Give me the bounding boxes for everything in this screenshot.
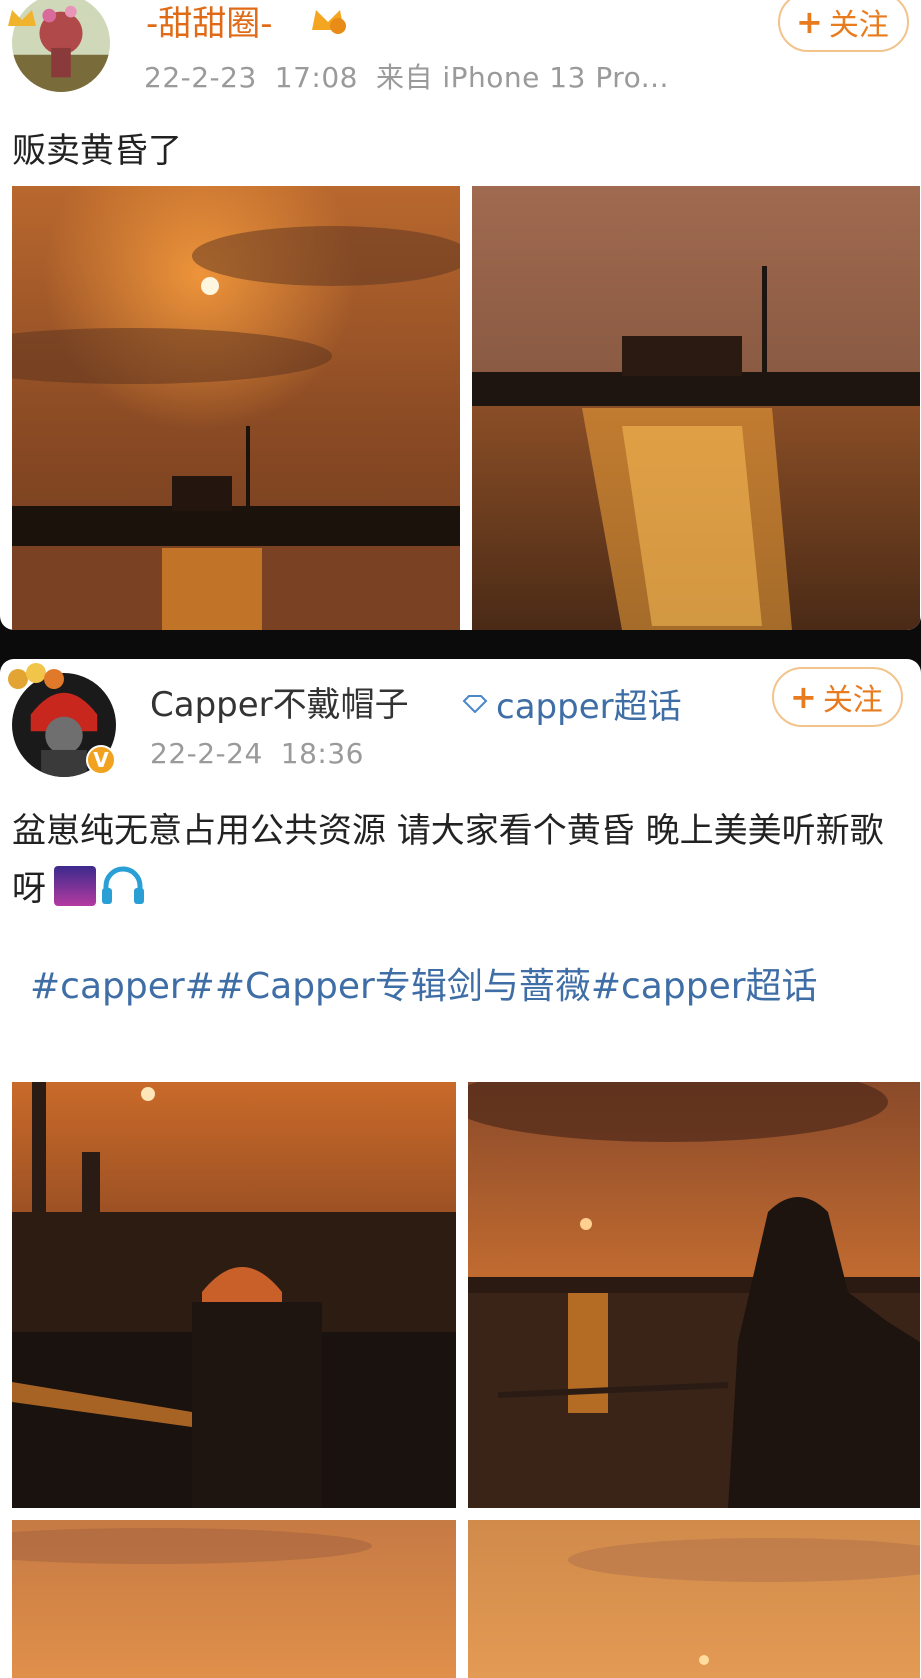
post-meta: 22-2-24 18:36 — [150, 737, 382, 770]
weibo-post-1: -甜甜圈- 22-2-23 17:08 来自 iPhone 13 Pro... + … — [0, 0, 921, 630]
follow-button[interactable]: + 关注 — [778, 0, 909, 52]
post-time: 18:36 — [280, 737, 364, 770]
post-photo-person-photographing[interactable] — [468, 1082, 920, 1508]
post-meta: 22-2-23 17:08 来自 iPhone 13 Pro... — [144, 56, 687, 96]
member-crown-icon — [308, 2, 348, 38]
plus-icon: + — [796, 3, 823, 41]
supertopic-label: capper超话 — [496, 687, 682, 727]
username[interactable]: -甜甜圈- — [146, 0, 273, 45]
verified-badge-icon: V — [86, 745, 116, 775]
post-time: 17:08 — [274, 61, 358, 94]
follow-label: 关注 — [828, 8, 889, 43]
weibo-post-2: V Capper不戴帽子 capper超话 22-2-24 18:36 + 关注 … — [0, 659, 921, 1678]
post-date: 22-2-23 — [144, 61, 257, 94]
post-source: 来自 iPhone 13 Pro... — [375, 61, 669, 94]
follow-button[interactable]: + 关注 — [772, 667, 903, 727]
headdress-icon — [4, 659, 68, 699]
post-date: 22-2-24 — [150, 737, 263, 770]
topic-links[interactable]: #capper##Capper专辑剑与蔷薇#capper超话 — [12, 960, 881, 1014]
crown-icon — [4, 0, 40, 36]
city-night-emoji-icon — [54, 866, 96, 906]
supertopic-link[interactable]: capper超话 — [462, 679, 682, 728]
post-photo-river-reflection[interactable] — [472, 186, 920, 630]
post-photo-sunset-sky[interactable] — [12, 186, 460, 630]
post-photo-sky-bottom-right[interactable] — [468, 1520, 920, 1678]
post-photo-sky-bottom-left[interactable] — [12, 1520, 456, 1678]
headphones-emoji-icon — [102, 866, 144, 904]
follow-label: 关注 — [822, 683, 883, 718]
diamond-icon — [462, 694, 488, 713]
post-text: 盆崽纯无意占用公共资源 请大家看个黄昏 晚上美美听新歌呀 — [12, 802, 901, 918]
screenshot-page: -甜甜圈- 22-2-23 17:08 来自 iPhone 13 Pro... + … — [0, 0, 921, 1678]
plus-icon: + — [790, 678, 817, 716]
post-photo-person-by-lake[interactable] — [12, 1082, 456, 1508]
username[interactable]: Capper不戴帽子 — [150, 677, 409, 726]
post-text: 贩卖黄昏了 — [12, 131, 182, 171]
